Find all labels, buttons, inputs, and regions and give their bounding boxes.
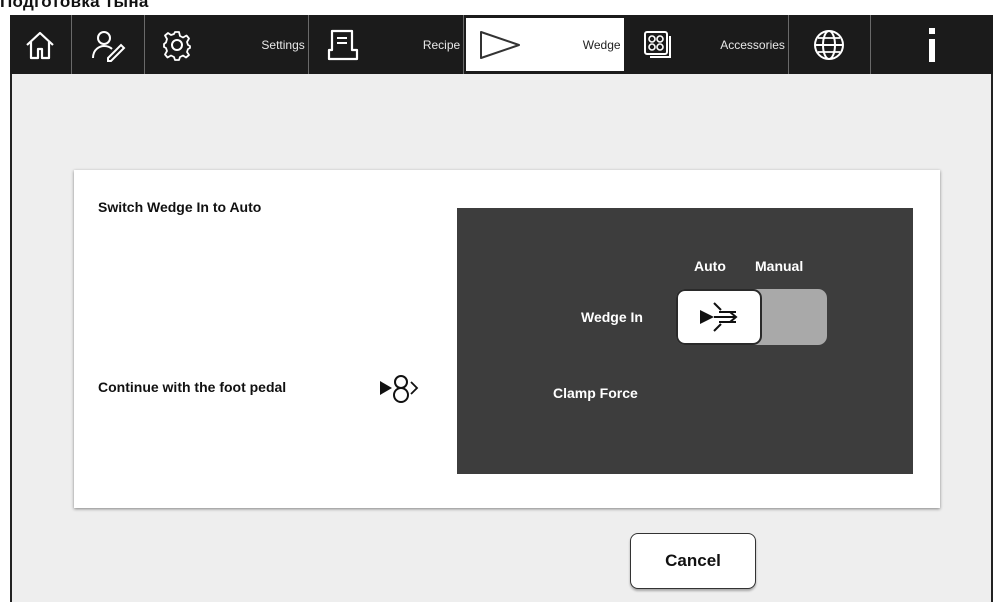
tab-language[interactable] (789, 15, 871, 74)
tab-home[interactable] (10, 15, 72, 74)
wedge-in-label: Wedge In (581, 309, 643, 325)
page-heading: Подготовка тына (0, 0, 149, 11)
instruction-text: Switch Wedge In to Auto (98, 199, 262, 215)
wedge-in-toggle-knob[interactable] (676, 289, 762, 345)
tab-wedge[interactable]: Wedge (466, 18, 624, 71)
globe-icon (814, 29, 845, 60)
tab-user[interactable] (72, 15, 146, 74)
manual-label: Manual (755, 258, 804, 274)
foot-pedal-icon (380, 375, 419, 403)
wedge-icon (480, 30, 521, 59)
tab-accessories[interactable]: Accessories (626, 15, 789, 74)
accessories-icon (643, 30, 671, 58)
wedge-in-icon (700, 302, 738, 332)
home-icon (26, 31, 55, 59)
top-toolbar: Settings Recipe Wedge Accessories (10, 15, 993, 74)
user-edit-icon (92, 30, 126, 62)
cancel-button[interactable]: Cancel (630, 533, 756, 589)
gear-icon (163, 30, 192, 61)
tab-settings[interactable]: Settings (145, 15, 309, 74)
recipe-icon (327, 29, 358, 60)
tab-settings-label: Settings (261, 37, 305, 52)
tab-recipe[interactable]: Recipe (309, 15, 465, 74)
auto-label: Auto (694, 258, 726, 274)
tab-accessories-label: Accessories (720, 37, 785, 52)
tab-wedge-label: Wedge (582, 37, 621, 52)
continue-text: Continue with the foot pedal (98, 379, 287, 395)
info-icon (928, 27, 935, 62)
tab-info[interactable] (871, 15, 993, 74)
clamp-force-label: Clamp Force (553, 385, 638, 401)
wedge-control-panel: Auto Manual Wedge In Clamp Force (457, 208, 913, 474)
tab-recipe-label: Recipe (422, 37, 461, 52)
wedge-in-toggle[interactable] (676, 289, 827, 345)
wedge-dialog: Switch Wedge In to Auto Continue with th… (74, 170, 940, 508)
